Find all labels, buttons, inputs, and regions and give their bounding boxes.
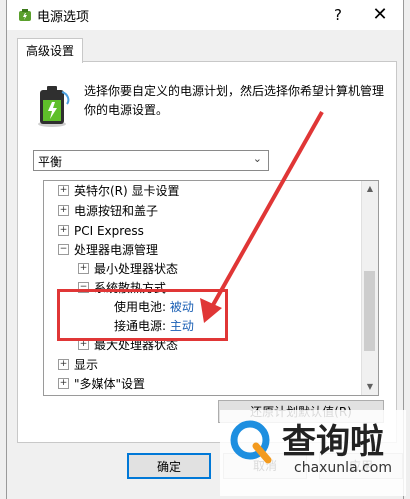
tree-item-pci-express[interactable]: + PCI Express [58, 222, 144, 241]
chevron-down-icon: ⌄ [252, 152, 262, 165]
tab-advanced-settings[interactable]: 高级设置 [17, 38, 83, 63]
expand-icon[interactable]: + [58, 225, 69, 236]
title-bar: 电源选项 ? ✕ [7, 0, 403, 30]
close-button[interactable]: ✕ [365, 2, 395, 28]
tree-item-processor-power[interactable]: − 处理器电源管理 [58, 241, 158, 260]
scroll-thumb[interactable] [364, 271, 375, 351]
expand-icon[interactable]: + [58, 205, 69, 216]
tree-item-multimedia[interactable]: + "多媒体"设置 [58, 375, 145, 394]
battery-icon [38, 86, 70, 127]
settings-panel: 选择你要自定义的电源计划，然后选择你希望计算机管理你的电源设置。 平衡 ⌄ + 英… [17, 61, 397, 443]
description-text: 选择你要自定义的电源计划，然后选择你希望计算机管理你的电源设置。 [84, 84, 385, 117]
watermark: 查询啦 chaxunla.com [220, 410, 406, 496]
window-title: 电源选项 [37, 10, 90, 25]
scroll-up-icon[interactable]: ▲ [362, 181, 378, 197]
tree-item-min-processor[interactable]: + 最小处理器状态 [78, 260, 178, 279]
watermark-logo-icon [230, 420, 272, 464]
tree-scrollbar[interactable]: ▲ ▼ [361, 181, 378, 395]
ok-button[interactable]: 确定 [127, 453, 211, 479]
power-options-icon [19, 9, 31, 21]
help-button[interactable]: ? [323, 2, 353, 28]
tree-item-display[interactable]: + 显示 [58, 356, 98, 375]
watermark-url: chaxunla.com [294, 460, 392, 476]
tree-item-power-buttons[interactable]: + 电源按钮和盖子 [58, 202, 158, 221]
settings-tree[interactable]: + 英特尔(R) 显卡设置 + 电源按钮和盖子 + PCI Express − 处理器电… [43, 180, 379, 396]
expand-icon[interactable]: + [78, 263, 89, 274]
expand-icon[interactable]: + [58, 378, 69, 389]
power-plan-select[interactable]: 平衡 ⌄ [33, 150, 269, 171]
power-plan-value: 平衡 [38, 155, 63, 169]
annotation-highlight-box [57, 289, 228, 341]
tree-item-graphics[interactable]: + 英特尔(R) 显卡设置 [58, 182, 180, 201]
scroll-down-icon[interactable]: ▼ [362, 379, 378, 395]
watermark-text: 查询啦 [282, 422, 384, 462]
collapse-icon[interactable]: − [58, 244, 69, 255]
expand-icon[interactable]: + [58, 359, 69, 370]
expand-icon[interactable]: + [58, 185, 69, 196]
